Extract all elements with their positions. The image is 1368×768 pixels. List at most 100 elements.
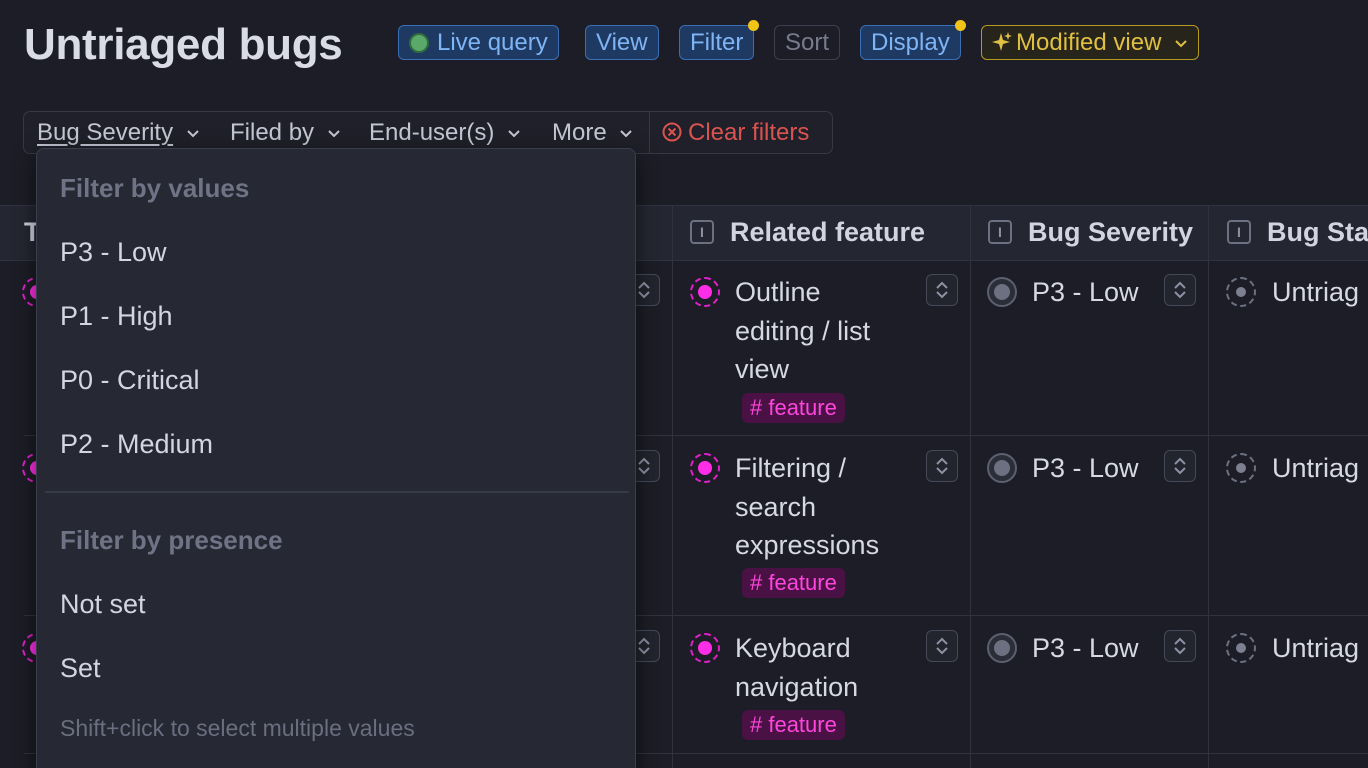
- chevron-down-icon: [1175, 40, 1187, 48]
- status-cell[interactable]: Untriag: [1272, 273, 1359, 312]
- feature-tag[interactable]: # feature: [742, 710, 845, 740]
- column-header-label: Related feature: [730, 217, 926, 247]
- filter-by-presence-heading: Filter by presence: [60, 525, 283, 555]
- filter-label: Filter: [690, 29, 744, 56]
- text-field-icon: [988, 220, 1012, 244]
- chevron-up-down-icon: [1174, 637, 1186, 655]
- live-query-button[interactable]: Live query: [398, 25, 559, 60]
- chevron-up-down-icon: [936, 281, 948, 299]
- feature-name-line: Filtering /: [735, 453, 847, 483]
- column-divider: [672, 205, 673, 768]
- cell-stepper[interactable]: [1164, 450, 1196, 482]
- status-icon: [1226, 633, 1256, 663]
- filter-chip-more[interactable]: More: [552, 112, 633, 153]
- column-header-label: Bug Sta: [1267, 217, 1368, 247]
- filter-modified-dot: [748, 20, 760, 31]
- filter-chip-label: More: [552, 119, 607, 146]
- view-button[interactable]: View: [585, 25, 659, 60]
- severity-icon: [987, 633, 1017, 663]
- filter-chip-label: Filed by: [230, 119, 315, 146]
- severity-cell[interactable]: P3 - Low: [1032, 273, 1139, 312]
- multi-select-hint: Shift+click to select multiple values: [60, 715, 415, 741]
- feature-tag[interactable]: # feature: [742, 568, 845, 598]
- menu-item-p0-critical[interactable]: P0 - Critical: [60, 365, 200, 396]
- clear-circle-icon: [662, 122, 682, 142]
- chevron-down-icon: [328, 130, 340, 138]
- filter-chip-label: Bug Severity: [37, 119, 174, 146]
- display-label: Display: [871, 29, 950, 56]
- status-icon: [1226, 277, 1256, 307]
- display-modified-dot: [954, 20, 966, 31]
- clear-filters-button[interactable]: Clear filters: [662, 112, 809, 153]
- feature-name-line: editing / list: [735, 315, 871, 346]
- column-header-related-feature[interactable]: Related feature: [690, 205, 925, 259]
- chevron-up-down-icon: [1174, 281, 1186, 299]
- menu-item-p1-high[interactable]: P1 - High: [60, 301, 173, 332]
- text-field-icon: [690, 220, 714, 244]
- column-header-bug-severity[interactable]: Bug Severity: [988, 205, 1193, 259]
- column-divider: [970, 205, 971, 768]
- filter-button[interactable]: Filter: [679, 20, 760, 60]
- sparkle-icon: [992, 32, 1012, 51]
- status-cell[interactable]: Untriag: [1272, 449, 1359, 488]
- severity-cell[interactable]: P3 - Low: [1032, 629, 1139, 668]
- filter-chip-label: End-user(s): [369, 119, 495, 146]
- status-icon: [1226, 453, 1256, 483]
- live-query-label: Live query: [437, 29, 548, 56]
- chevron-up-down-icon: [638, 457, 650, 475]
- page: Untriaged bugs Live query View Filter So…: [0, 0, 1368, 768]
- status-cell[interactable]: Untriag: [1272, 629, 1359, 668]
- feature-status-icon: [690, 277, 720, 307]
- chevron-down-icon: [620, 130, 633, 138]
- chevron-up-down-icon: [936, 457, 948, 475]
- cell-stepper[interactable]: [926, 450, 958, 482]
- severity-icon: [987, 277, 1017, 307]
- column-divider: [1208, 205, 1209, 768]
- filter-chip-end-users[interactable]: End-user(s): [369, 112, 521, 153]
- cell-stepper[interactable]: [1164, 274, 1196, 306]
- chevron-down-icon: [508, 130, 520, 138]
- filter-chip-filed-by[interactable]: Filed by: [230, 112, 341, 153]
- column-header-bug-status[interactable]: Bug Sta: [1227, 205, 1368, 259]
- bug-severity-filter-menu: Filter by values P3 - Low P1 - High P0 -…: [36, 148, 636, 768]
- chevron-up-down-icon: [638, 281, 650, 299]
- chevron-up-down-icon: [936, 637, 948, 655]
- feature-name-line: Outline: [735, 277, 821, 307]
- cell-stepper[interactable]: [926, 630, 958, 662]
- feature-name-line: view: [735, 354, 790, 384]
- feature-name-line: Keyboard: [735, 633, 851, 663]
- related-feature-cell[interactable]: Outline editing / list view: [735, 273, 870, 389]
- feature-name-line: search: [735, 491, 817, 522]
- page-title: Untriaged bugs: [24, 20, 343, 69]
- modified-view-button[interactable]: Modified view: [981, 25, 1200, 60]
- filter-bar-divider: [649, 112, 650, 153]
- filter-by-values-heading: Filter by values: [60, 173, 250, 203]
- severity-icon: [987, 453, 1017, 483]
- chevron-down-icon: [187, 130, 199, 138]
- feature-status-icon: [690, 453, 720, 483]
- feature-name-line: navigation: [735, 671, 859, 702]
- display-button[interactable]: Display: [860, 20, 966, 60]
- chevron-up-down-icon: [1174, 457, 1186, 475]
- live-status-icon: [409, 33, 429, 53]
- column-header-label: Bug Severity: [1028, 217, 1194, 247]
- severity-cell[interactable]: P3 - Low: [1032, 449, 1139, 488]
- modified-view-label: Modified view: [1016, 29, 1162, 56]
- clear-filters-label: Clear filters: [688, 119, 810, 146]
- menu-item-not-set[interactable]: Not set: [60, 589, 146, 620]
- menu-item-set[interactable]: Set: [60, 653, 101, 684]
- feature-status-icon: [690, 633, 720, 663]
- feature-name-line: expressions: [735, 530, 880, 560]
- filter-chip-bug-severity[interactable]: Bug Severity: [37, 112, 200, 153]
- cell-stepper[interactable]: [1164, 630, 1196, 662]
- related-feature-cell[interactable]: Keyboard navigation: [735, 629, 858, 706]
- text-field-icon: [1227, 220, 1251, 244]
- menu-divider: [45, 491, 629, 493]
- related-feature-cell[interactable]: Filtering / search expressions: [735, 449, 879, 565]
- cell-stepper[interactable]: [926, 274, 958, 306]
- sort-button[interactable]: Sort: [774, 25, 841, 60]
- menu-item-p2-medium[interactable]: P2 - Medium: [60, 429, 213, 460]
- menu-item-p3-low[interactable]: P3 - Low: [60, 237, 167, 268]
- feature-tag[interactable]: # feature: [742, 393, 845, 423]
- chevron-up-down-icon: [638, 637, 650, 655]
